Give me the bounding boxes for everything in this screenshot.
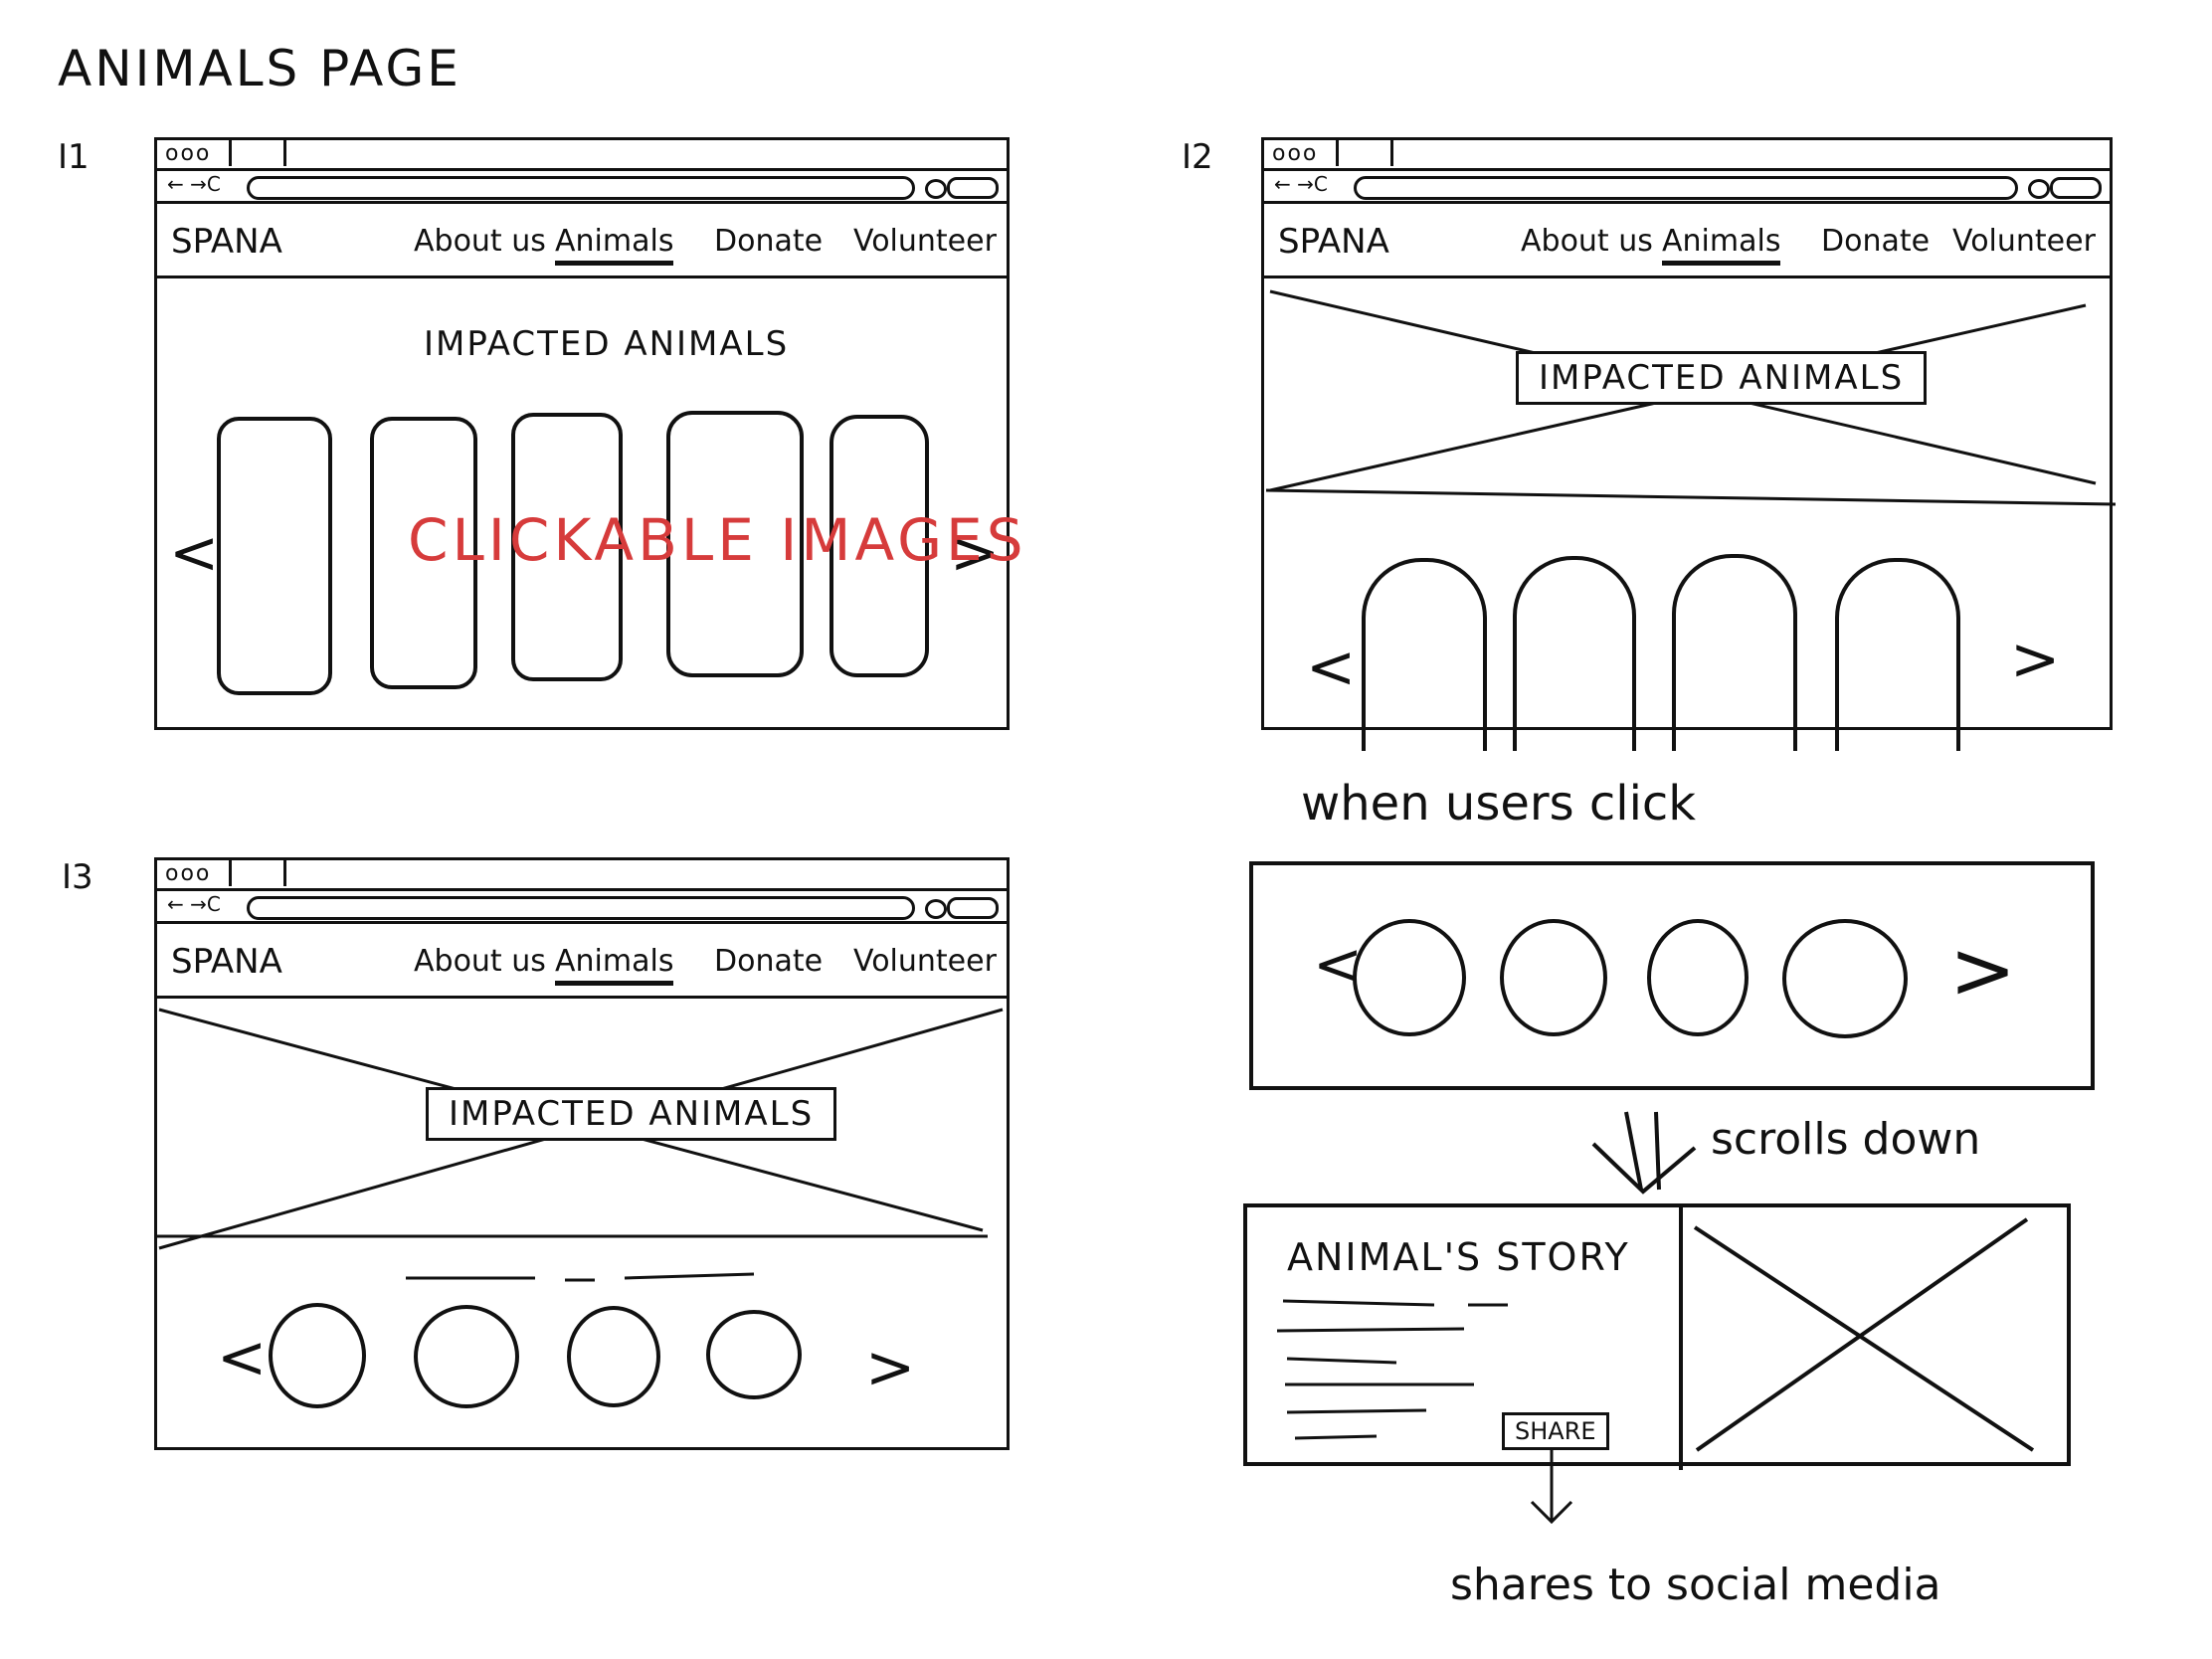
story-text-lines <box>1276 1207 2035 1470</box>
shares-to-social-note: shares to social media <box>1450 1560 1941 1610</box>
animal-story-panel: ANIMAL'S STORY SHARE <box>1243 1203 2071 1470</box>
scrolls-down-note: scrolls down <box>1711 1114 1981 1165</box>
share-button[interactable]: SHARE <box>1502 1412 1609 1450</box>
